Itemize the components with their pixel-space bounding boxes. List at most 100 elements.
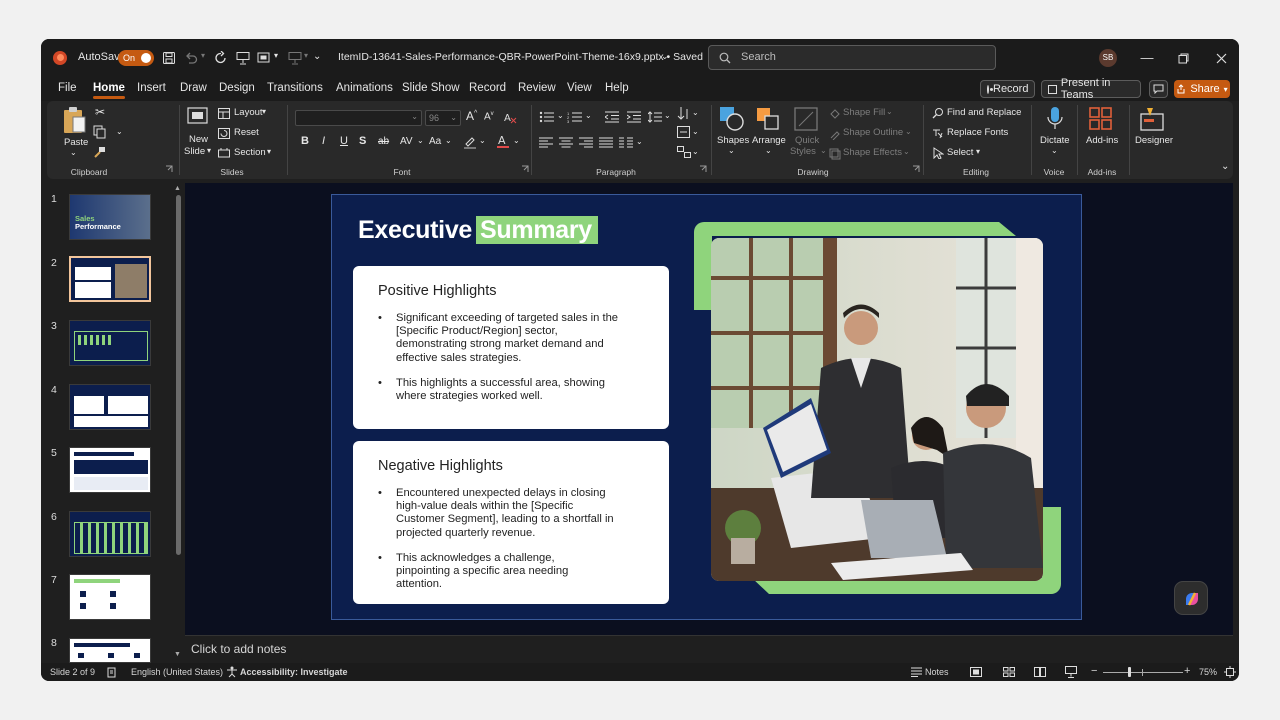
slide[interactable]: Executive Summary Positive Highlights • Si… — [331, 194, 1082, 620]
add-ins-label[interactable]: Add-ins — [1086, 135, 1118, 146]
tab-review[interactable]: Review — [518, 82, 556, 94]
business-meeting-photo[interactable] — [711, 238, 1043, 581]
quick-styles-icon[interactable] — [793, 106, 819, 132]
replace-fonts-icon[interactable] — [932, 127, 944, 139]
undo-dropdown-icon[interactable]: ▾ — [201, 51, 205, 60]
replace-fonts-label[interactable]: Replace Fonts — [947, 127, 1008, 138]
redo-icon[interactable] — [214, 51, 228, 65]
zoom-level[interactable]: 75% — [1199, 667, 1217, 677]
line-spacing-dropdown-icon[interactable]: ⌄ — [664, 111, 671, 120]
tab-record[interactable]: Record — [469, 82, 506, 94]
select-dropdown-icon[interactable]: ▾ — [976, 147, 980, 156]
shapes-label[interactable]: Shapes — [717, 135, 749, 146]
avatar[interactable]: SB — [1099, 49, 1117, 67]
align-center-icon[interactable] — [559, 137, 573, 148]
new-slide-label-2[interactable]: Slide — [184, 146, 205, 157]
quick-styles-label-1[interactable]: Quick — [795, 135, 819, 146]
font-name-dropdown-icon[interactable]: ⌄ — [411, 112, 418, 121]
highlight-color-icon[interactable] — [463, 135, 477, 149]
slide-sorter-icon[interactable] — [1003, 667, 1015, 677]
numbering-icon[interactable]: 123 — [567, 111, 583, 123]
normal-view-icon[interactable] — [970, 667, 982, 677]
slide-thumbnail-8[interactable] — [69, 638, 151, 663]
drawing-launcher-icon[interactable] — [912, 165, 920, 173]
copilot-button[interactable] — [1174, 581, 1208, 615]
designer-icon[interactable] — [1139, 106, 1165, 132]
close-icon[interactable] — [1216, 53, 1227, 64]
share-button[interactable]: Share ▾ — [1174, 80, 1230, 98]
tab-animations[interactable]: Animations — [336, 82, 393, 94]
qat-dropdown-icon[interactable]: ▾ — [274, 51, 278, 60]
quick-styles-dropdown-icon[interactable]: ⌄ — [820, 146, 827, 155]
tab-home[interactable]: Home — [93, 82, 125, 99]
slide-thumbnail-7[interactable] — [69, 574, 151, 620]
bullets-dropdown-icon[interactable]: ⌄ — [557, 111, 564, 120]
language[interactable]: English (United States) — [131, 667, 223, 677]
shape-fill-icon[interactable] — [829, 108, 841, 120]
decrease-font-size-icon[interactable]: Av — [484, 111, 494, 122]
zoom-slider-thumb[interactable] — [1128, 667, 1131, 677]
cut-icon[interactable]: ✂ — [95, 105, 105, 119]
align-text-dropdown-icon[interactable]: ⌄ — [692, 127, 699, 136]
change-case-dropdown-icon[interactable]: ⌄ — [445, 136, 452, 145]
convert-to-smartart-icon[interactable] — [677, 146, 691, 158]
zoom-in-icon[interactable]: + — [1184, 665, 1190, 677]
underline-icon[interactable]: U — [340, 135, 348, 147]
italic-icon[interactable]: I — [322, 135, 325, 147]
clipboard-launcher-icon[interactable] — [165, 165, 173, 173]
presenter-view-icon[interactable] — [288, 51, 302, 65]
record-button[interactable]: Record — [980, 80, 1035, 98]
section-icon[interactable] — [218, 148, 230, 159]
select-cursor-icon[interactable] — [932, 147, 944, 159]
clear-formatting-icon[interactable]: A — [504, 111, 517, 124]
align-left-icon[interactable] — [539, 137, 553, 148]
arrange-icon[interactable] — [755, 106, 781, 132]
font-launcher-icon[interactable] — [521, 165, 529, 173]
slide-thumbnail-5[interactable] — [69, 447, 151, 493]
change-case-icon[interactable]: Aa — [429, 136, 441, 147]
shape-outline-icon[interactable] — [829, 128, 841, 140]
smartart-dropdown-icon[interactable]: ⌄ — [692, 147, 699, 156]
thumbnails-scroll-up-icon[interactable]: ▲ — [174, 185, 181, 192]
section-dropdown-icon[interactable]: ▾ — [267, 147, 271, 156]
reset-icon[interactable] — [218, 128, 230, 139]
spelling-check-icon[interactable] — [107, 667, 117, 678]
notes-icon[interactable] — [910, 667, 923, 677]
new-slide-dropdown-icon[interactable]: ▾ — [207, 146, 211, 155]
autosave-toggle[interactable]: On — [118, 50, 154, 66]
font-color-icon[interactable]: A — [496, 134, 510, 149]
format-painter-icon[interactable] — [93, 145, 107, 159]
font-name-input[interactable]: ⌄ — [295, 110, 422, 126]
character-spacing-dropdown-icon[interactable]: ⌄ — [417, 136, 424, 145]
slide-show-icon[interactable] — [1065, 666, 1077, 678]
layout-dropdown-icon[interactable]: ▾ — [262, 107, 266, 116]
shapes-dropdown-icon[interactable]: ⌄ — [728, 146, 735, 155]
zoom-out-icon[interactable]: − — [1091, 665, 1097, 677]
notes-pane[interactable]: Click to add notes — [185, 635, 1233, 663]
shape-effects-icon[interactable] — [829, 148, 841, 160]
search-box[interactable]: Search — [708, 45, 996, 70]
text-shadow-icon[interactable]: S — [359, 135, 366, 147]
find-and-replace-label[interactable]: Find and Replace — [947, 107, 1021, 118]
negative-highlights-card[interactable]: Negative Highlights • Encountered unexpec… — [353, 441, 669, 604]
tab-insert[interactable]: Insert — [137, 82, 166, 94]
select-label[interactable]: Select — [947, 147, 973, 158]
present-from-start-icon[interactable] — [236, 51, 250, 65]
tab-draw[interactable]: Draw — [180, 82, 207, 94]
shape-fill-label[interactable]: Shape Fill — [843, 107, 885, 118]
bullets-icon[interactable] — [539, 111, 555, 123]
numbering-dropdown-icon[interactable]: ⌄ — [585, 111, 592, 120]
tab-design[interactable]: Design — [219, 82, 255, 94]
collapse-ribbon-icon[interactable]: ⌄ — [1221, 161, 1229, 172]
strikethrough-icon[interactable]: ab — [378, 136, 389, 147]
increase-indent-icon[interactable] — [627, 111, 641, 123]
slide-thumbnail-2[interactable] — [69, 256, 151, 302]
tab-slide-show[interactable]: Slide Show — [402, 82, 460, 94]
shape-effects-dropdown-icon[interactable]: ⌄ — [903, 147, 910, 156]
thumbnails-scroll-down-icon[interactable]: ▼ — [174, 651, 181, 658]
tab-file[interactable]: File — [58, 82, 77, 94]
arrange-dropdown-icon[interactable]: ⌄ — [765, 146, 772, 155]
restore-icon[interactable] — [1178, 53, 1189, 64]
line-spacing-icon[interactable] — [648, 111, 662, 123]
find-icon[interactable] — [932, 107, 944, 119]
